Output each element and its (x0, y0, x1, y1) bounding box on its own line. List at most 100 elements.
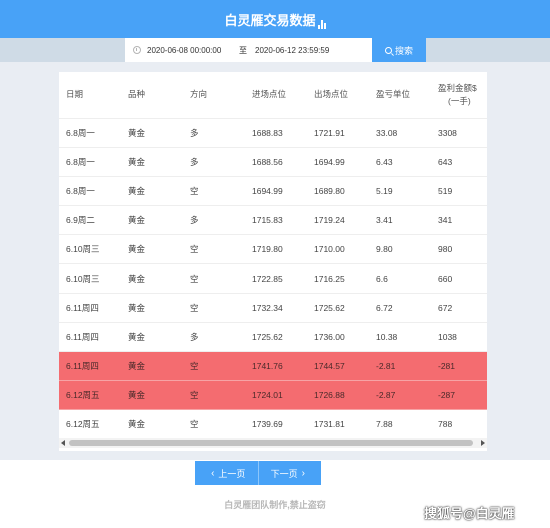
table-cell: 6.72 (369, 293, 431, 323)
table-row: 6.11周四 黄金空 1732.34 1725.62 6.72 672 (59, 293, 487, 323)
table-cell: 6.12周五 (59, 380, 121, 411)
table-cell: 3.41 (369, 205, 431, 236)
bar-chart-icon (317, 19, 326, 29)
table-cell: 6.11周四 (59, 351, 121, 382)
table-cell: 黄金 (121, 147, 183, 177)
prev-page-label: 上一页 (218, 468, 246, 479)
table-cell: 黄金 (121, 409, 183, 440)
table-row: 6.8周一 黄金多 1688.83 1721.91 33.08 3308 (59, 118, 487, 148)
table-cell: 10.38 (369, 322, 431, 353)
table-cell: 1725.62 (245, 322, 307, 353)
column-header: 品种 (121, 72, 183, 119)
table-cell: 980 (431, 234, 487, 265)
table-cell: 1719.80 (245, 234, 307, 265)
table-cell: 6.6 (369, 263, 431, 294)
table-cell: 黄金 (121, 176, 183, 207)
search-button[interactable]: 搜索 (372, 38, 426, 62)
search-icon (384, 46, 392, 54)
column-header: 方向 (183, 72, 245, 119)
table-cell: 1719.24 (307, 205, 369, 236)
table-cell: 黄金 (121, 351, 183, 382)
scrollbar-thumb[interactable] (69, 440, 473, 446)
table-cell: 7.88 (369, 409, 431, 440)
column-header-line: (一手) (448, 95, 471, 106)
table-cell: 5.19 (369, 176, 431, 207)
table-cell: 1725.62 (307, 293, 369, 323)
table-cell: 1736.00 (307, 322, 369, 353)
page-title-text: 白灵雁交易数据 (224, 12, 316, 28)
table-cell: 1726.88 (307, 380, 369, 411)
table-cell: 1741.76 (245, 351, 307, 382)
table-cell: 6.8周一 (59, 176, 121, 207)
table-cell: 1689.80 (307, 176, 369, 207)
search-button-label: 搜索 (394, 45, 413, 56)
table-cell: 空 (183, 380, 245, 411)
table-cell: 1038 (431, 322, 487, 353)
table-cell: 1739.69 (245, 409, 307, 440)
table-row: 6.8周一 黄金空 1694.99 1689.80 5.19 519 (59, 176, 487, 207)
table-cell: 1744.57 (307, 351, 369, 382)
table-cell: 660 (431, 263, 487, 294)
table-cell: 1721.91 (307, 118, 369, 148)
table-row: 6.10周三 黄金空 1719.80 1710.00 9.80 980 (59, 234, 487, 265)
table-cell: 1722.85 (245, 263, 307, 294)
table-cell: 6.12周五 (59, 409, 121, 440)
table-cell: 643 (431, 147, 487, 177)
table-cell: 9.80 (369, 234, 431, 265)
column-header: 出场点位 (307, 72, 369, 119)
page-title: 白灵雁交易数据 (224, 10, 326, 29)
table-cell: 519 (431, 176, 487, 207)
next-page-label: 下一页 (270, 468, 298, 479)
table-cell: 黄金 (121, 234, 183, 265)
prev-page-button[interactable]: ‹ 上一页 (195, 461, 258, 485)
table-cell: 6.11周四 (59, 293, 121, 323)
table-cell: 341 (431, 205, 487, 236)
table-cell: 3308 (431, 118, 487, 148)
column-header-line: 盈利金额$ (438, 82, 477, 93)
table-row: 6.11周四 黄金多 1725.62 1736.00 10.38 1038 (59, 322, 487, 353)
clock-icon (133, 46, 141, 54)
table-cell: 6.8周一 (59, 118, 121, 148)
table-cell: 空 (183, 234, 245, 265)
chevron-left-icon: ‹ (211, 467, 215, 479)
table-cell: 黄金 (121, 380, 183, 411)
table-cell: 1688.83 (245, 118, 307, 148)
chevron-right-icon: › (301, 467, 305, 479)
table-cell: 空 (183, 176, 245, 207)
table-row: 6.12周五 黄金空 1739.69 1731.81 7.88 788 (59, 409, 487, 440)
table-cell: 1710.00 (307, 234, 369, 265)
table-cell: 1716.25 (307, 263, 369, 294)
table-cell: 黄金 (121, 205, 183, 236)
date-range-picker[interactable]: 至 (125, 38, 372, 62)
scroll-right-arrow-icon[interactable] (481, 440, 485, 446)
table-cell: 6.9周二 (59, 205, 121, 236)
column-header: 日期 (59, 72, 121, 119)
trades-table-card: 日期 品种 方向 进场点位 出场点位 盈亏单位 盈利金额$ (一手) 6.8周一 黄金多 1688… (59, 72, 487, 451)
watermark-text: 搜狐号@白灵雁 (424, 506, 515, 521)
table-cell: 1724.01 (245, 380, 307, 411)
range-separator: 至 (239, 45, 247, 55)
table-cell: 1694.99 (307, 147, 369, 177)
end-date-input[interactable] (255, 45, 355, 55)
table-cell: -2.81 (369, 351, 431, 382)
table-cell: -287 (431, 380, 487, 411)
table-cell: 1731.81 (307, 409, 369, 440)
table-cell: 黄金 (121, 293, 183, 323)
table-cell: 黄金 (121, 263, 183, 294)
app-header: 白灵雁交易数据 (0, 0, 550, 38)
table-cell: 6.11周四 (59, 322, 121, 353)
table-cell: 6.8周一 (59, 147, 121, 177)
table-cell: 空 (183, 351, 245, 382)
next-page-button[interactable]: 下一页 › (257, 461, 321, 485)
scroll-left-arrow-icon[interactable] (61, 440, 65, 446)
table-cell: 1715.83 (245, 205, 307, 236)
table-cell: 黄金 (121, 322, 183, 353)
table-cell: 6.43 (369, 147, 431, 177)
trades-table: 日期 品种 方向 进场点位 出场点位 盈亏单位 盈利金额$ (一手) 6.8周一 黄金多 1688… (59, 72, 487, 440)
table-row: 6.9周二 黄金多 1715.83 1719.24 3.41 341 (59, 205, 487, 236)
table-row: 6.12周五 黄金空 1724.01 1726.88 -2.87 -287 (59, 380, 487, 411)
horizontal-scrollbar[interactable] (59, 438, 487, 448)
table-cell: 多 (183, 322, 245, 353)
start-date-input[interactable] (147, 45, 235, 55)
pagination: ‹ 上一页 下一页 › (195, 461, 321, 485)
